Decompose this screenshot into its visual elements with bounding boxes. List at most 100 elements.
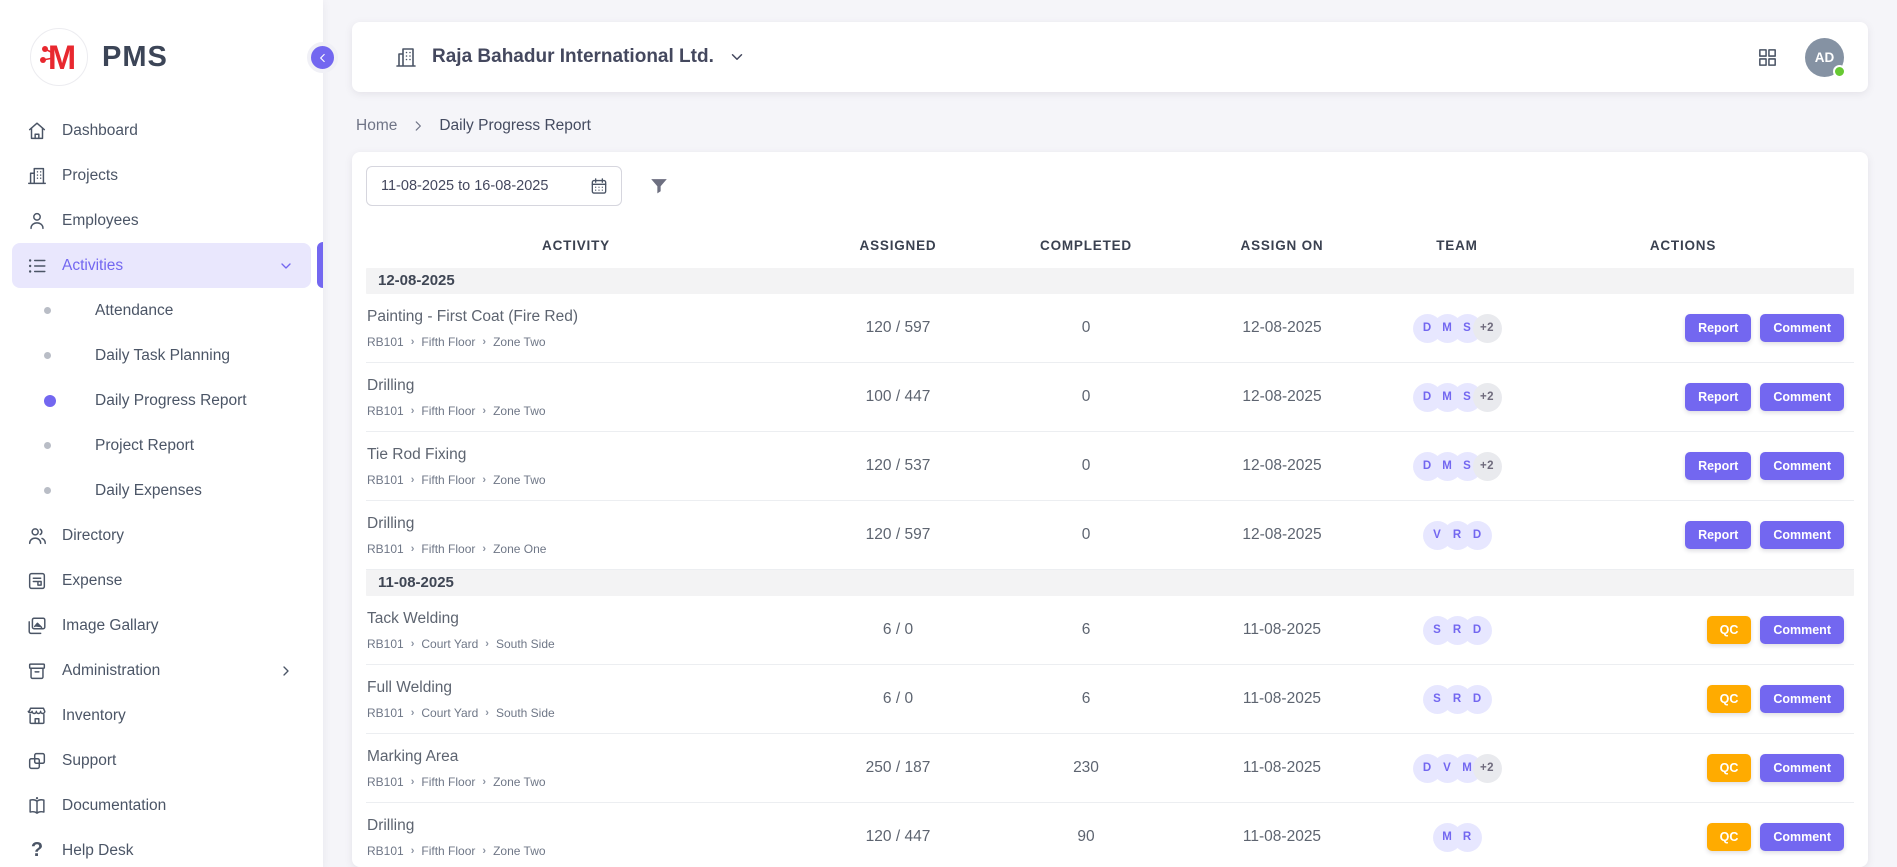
row-actions: Report Comment: [1512, 383, 1854, 411]
date-range-input[interactable]: 11-08-2025 to 16-08-2025: [366, 166, 622, 206]
sidebar-item-employees[interactable]: Employees: [12, 198, 311, 243]
sidebar: M PMS Dashboard Projects Employees Activiti…: [0, 0, 323, 867]
sidebar-item-inventory[interactable]: Inventory: [12, 693, 311, 738]
activity-path: RB101›Fifth Floor›Zone Two: [367, 775, 786, 789]
completed-value: 6: [1010, 621, 1162, 639]
sidebar-item-label: Directory: [62, 527, 297, 545]
sidebar-item-project-report[interactable]: Project Report: [12, 423, 311, 468]
path-segment: RB101: [367, 335, 404, 349]
qc-button[interactable]: QC: [1707, 754, 1752, 782]
sidebar-item-daily-expenses[interactable]: Daily Expenses: [12, 468, 311, 513]
assigned-value: 6 / 0: [786, 690, 1010, 708]
chevron-right-icon: ›: [411, 474, 415, 486]
sidebar-item-help-desk[interactable]: ?Help Desk: [12, 828, 311, 867]
sidebar-item-documentation[interactable]: Documentation: [12, 783, 311, 828]
comment-button[interactable]: Comment: [1760, 383, 1844, 411]
home-icon: [26, 120, 48, 142]
comment-button[interactable]: Comment: [1760, 452, 1844, 480]
sidebar-item-activities[interactable]: Activities: [12, 243, 311, 288]
path-segment: Zone Two: [493, 775, 545, 789]
team-avatars: DMS+2: [1402, 452, 1512, 481]
activity-path: RB101›Fifth Floor›Zone Two: [367, 844, 786, 858]
comment-button[interactable]: Comment: [1760, 754, 1844, 782]
breadcrumb-home[interactable]: Home: [356, 117, 397, 135]
sidebar-item-label: Attendance: [95, 302, 173, 320]
chevron-right-icon: ›: [482, 405, 486, 417]
column-header: ASSIGNED: [786, 238, 1010, 253]
sidebar-item-image-gallary[interactable]: Image Gallary: [12, 603, 311, 648]
path-segment: RB101: [367, 542, 404, 556]
sidebar-item-label: Daily Progress Report: [95, 392, 247, 410]
sidebar-item-label: Employees: [62, 212, 297, 230]
row-actions: QC Comment: [1512, 685, 1854, 713]
user-avatar[interactable]: AD: [1805, 38, 1844, 77]
sidebar-item-support[interactable]: Support: [12, 738, 311, 783]
qc-button[interactable]: QC: [1707, 685, 1752, 713]
assigned-value: 120 / 447: [786, 828, 1010, 846]
report-button[interactable]: Report: [1685, 314, 1751, 342]
question-icon: ?: [26, 839, 48, 862]
column-header: TEAM: [1402, 238, 1512, 253]
sidebar-item-attendance[interactable]: Attendance: [12, 288, 311, 333]
comment-button[interactable]: Comment: [1760, 616, 1844, 644]
breadcrumb-current: Daily Progress Report: [439, 117, 591, 135]
team-avatars: SRD: [1402, 685, 1512, 714]
chevron-right-icon: ›: [411, 405, 415, 417]
apps-grid-icon[interactable]: [1756, 46, 1779, 69]
column-header: COMPLETED: [1010, 238, 1162, 253]
brand-logo-icon: M: [30, 28, 88, 86]
comment-button[interactable]: Comment: [1760, 823, 1844, 851]
sidebar-item-daily-progress-report[interactable]: Daily Progress Report: [12, 378, 311, 423]
path-segment: RB101: [367, 775, 404, 789]
filter-funnel-icon[interactable]: [648, 175, 670, 197]
comment-button[interactable]: Comment: [1760, 314, 1844, 342]
date-range-value: 11-08-2025 to 16-08-2025: [381, 178, 579, 194]
chevron-right-icon: ›: [482, 543, 486, 555]
company-selector[interactable]: Raja Bahadur International Ltd.: [394, 45, 746, 69]
report-button[interactable]: Report: [1685, 521, 1751, 549]
chevron-right-icon: ›: [482, 336, 486, 348]
path-segment: Fifth Floor: [421, 542, 475, 556]
qc-button[interactable]: QC: [1707, 823, 1752, 851]
sidebar-collapse-button[interactable]: [307, 42, 338, 73]
path-segment: Fifth Floor: [421, 473, 475, 487]
person-icon: [26, 210, 48, 232]
assigned-value: 120 / 537: [786, 457, 1010, 475]
table-row: Tie Rod FixingRB101›Fifth Floor›Zone Two…: [366, 432, 1854, 501]
team-member-avatar: D: [1463, 685, 1492, 714]
sidebar-item-projects[interactable]: Projects: [12, 153, 311, 198]
row-actions: QC Comment: [1512, 823, 1854, 851]
report-button[interactable]: Report: [1685, 452, 1751, 480]
assigned-value: 6 / 0: [786, 621, 1010, 639]
report-button[interactable]: Report: [1685, 383, 1751, 411]
assign-on-date: 12-08-2025: [1162, 319, 1402, 337]
activity-path: RB101›Fifth Floor›Zone One: [367, 542, 786, 556]
sidebar-item-expense[interactable]: Expense: [12, 558, 311, 603]
sidebar-item-administration[interactable]: Administration: [12, 648, 311, 693]
comment-button[interactable]: Comment: [1760, 521, 1844, 549]
online-status-dot: [1833, 65, 1846, 78]
row-actions: Report Comment: [1512, 452, 1854, 480]
team-avatars: DMS+2: [1402, 383, 1512, 412]
bullet-dot-icon: [44, 442, 51, 449]
sidebar-item-directory[interactable]: Directory: [12, 513, 311, 558]
copy-icon: [26, 750, 48, 772]
comment-button[interactable]: Comment: [1760, 685, 1844, 713]
chevron-right-icon: ›: [411, 638, 415, 650]
path-segment: RB101: [367, 844, 404, 858]
sidebar-item-daily-task-planning[interactable]: Daily Task Planning: [12, 333, 311, 378]
completed-value: 0: [1010, 319, 1162, 337]
chevron-right-icon: ›: [485, 707, 489, 719]
date-group-header: 11-08-2025: [366, 570, 1854, 596]
path-segment: Court Yard: [421, 637, 478, 651]
row-actions: Report Comment: [1512, 521, 1854, 549]
sidebar-item-label: Dashboard: [62, 122, 297, 140]
brand: M PMS: [0, 22, 323, 104]
table-row: Painting - First Coat (Fire Red)RB101›Fi…: [366, 294, 1854, 363]
sidebar-item-dashboard[interactable]: Dashboard: [12, 108, 311, 153]
qc-button[interactable]: QC: [1707, 616, 1752, 644]
team-avatars: DMS+2: [1402, 314, 1512, 343]
completed-value: 0: [1010, 526, 1162, 544]
column-header: ACTIONS: [1512, 238, 1854, 253]
row-actions: QC Comment: [1512, 754, 1854, 782]
